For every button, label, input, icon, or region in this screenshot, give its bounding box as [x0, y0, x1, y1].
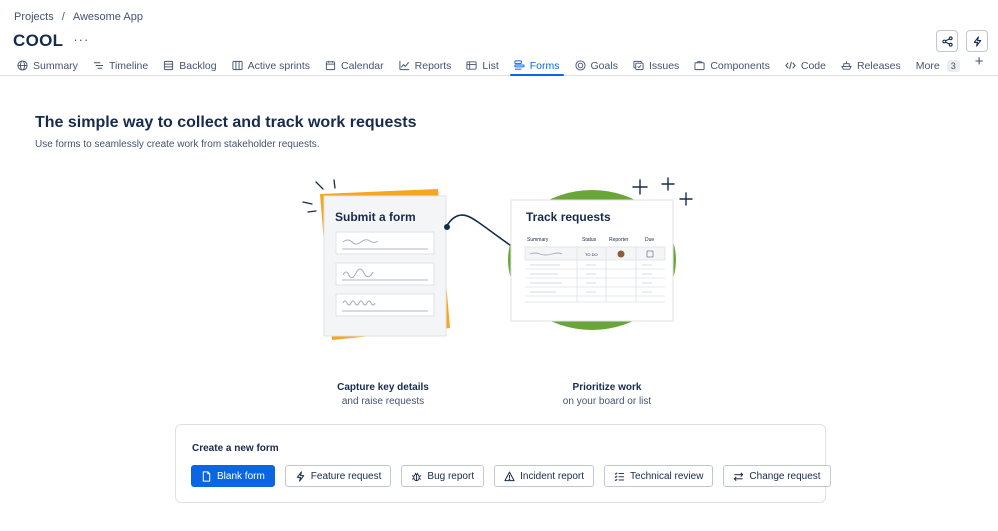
tab-more[interactable]: More 3 [916, 56, 960, 75]
caption-prioritize: Prioritize work on your board or list [542, 381, 672, 409]
incident-report-label: Incident report [520, 470, 585, 482]
caption-capture: Capture key details and raise requests [318, 381, 448, 409]
breadcrumb-app-link[interactable]: Awesome App [73, 11, 143, 23]
globe-icon [17, 60, 28, 71]
technical-review-label: Technical review [630, 470, 704, 482]
document-icon [202, 470, 211, 482]
board-icon [232, 60, 243, 71]
submit-card-fields [335, 231, 435, 317]
more-actions-button[interactable]: ··· [73, 32, 89, 47]
caption-capture-subtitle: and raise requests [341, 396, 425, 407]
main-headline: The simple way to collect and track work… [35, 114, 417, 131]
lightning-icon [296, 470, 305, 482]
target-icon [574, 60, 586, 71]
tab-label: Timeline [108, 59, 149, 72]
column-summary: Summary [527, 237, 549, 243]
caption-capture-title: Capture key details [337, 382, 429, 393]
column-reporter: Reporter [609, 237, 629, 243]
blank-form-button[interactable]: Blank form [191, 465, 275, 487]
tab-timeline[interactable]: Timeline [93, 56, 148, 75]
tab-label: List [482, 59, 499, 72]
incident-report-button[interactable]: Incident report [494, 465, 595, 487]
blank-form-label: Blank form [217, 470, 265, 482]
tab-label: Goals [590, 59, 618, 72]
tab-summary[interactable]: Summary [17, 56, 78, 75]
backlog-icon [164, 60, 174, 71]
track-card-title: Track requests [526, 210, 611, 224]
technical-review-button[interactable]: Technical review [604, 465, 714, 487]
lightning-icon [973, 35, 981, 47]
bug-report-label: Bug report [427, 470, 475, 482]
status-tag: TO DO [585, 252, 598, 257]
tab-label: Calendar [341, 59, 384, 72]
automation-button[interactable] [966, 30, 988, 52]
tab-label: More [915, 59, 940, 72]
chart-line-icon [399, 60, 409, 71]
share-button[interactable] [936, 30, 958, 52]
forms-illustration: Submit a form Track requests Summary Sta… [302, 177, 693, 340]
breadcrumb-separator: / [61, 11, 65, 23]
tab-label: Active sprints [247, 59, 311, 72]
tab-label: Reports [414, 59, 452, 72]
main-subline: Use forms to seamlessly create work from… [35, 139, 320, 150]
tab-label: Components [710, 59, 770, 72]
project-tabs: Summary Timeline Backlog Active sprints … [0, 53, 998, 76]
caption-prioritize-title: Prioritize work [572, 382, 642, 393]
tab-goals[interactable]: Goals [574, 56, 618, 75]
connector-dot [444, 224, 450, 230]
project-header: COOL ··· [13, 31, 89, 51]
swap-icon [734, 471, 744, 481]
feature-request-label: Feature request [310, 470, 382, 482]
column-due: Due [645, 237, 654, 243]
feature-request-button[interactable]: Feature request [284, 465, 392, 487]
more-count-badge: 3 [946, 59, 960, 72]
tab-label: Summary [33, 59, 78, 72]
warning-icon [504, 471, 515, 481]
form-template-buttons: Blank form Feature request Bug report In… [191, 465, 831, 487]
bug-icon [412, 472, 422, 481]
caption-prioritize-subtitle: on your board or list [562, 396, 652, 407]
share-icon [941, 35, 953, 47]
tab-backlog[interactable]: Backlog [163, 56, 217, 75]
column-status: Status [582, 237, 597, 243]
tab-active-sprints[interactable]: Active sprints [232, 56, 310, 75]
change-request-label: Change request [749, 470, 821, 482]
tab-label: Releases [856, 59, 901, 72]
add-tab-button[interactable]: + [975, 53, 984, 70]
submit-card-title: Submit a form [335, 210, 416, 224]
calendar-icon [325, 60, 336, 71]
tab-releases[interactable]: Releases [841, 56, 901, 75]
tab-label: Forms [529, 59, 560, 72]
create-form-card: Create a new form Blank form Feature req… [175, 424, 831, 503]
timeline-icon [93, 62, 104, 69]
tab-code[interactable]: Code [785, 56, 826, 75]
connector-arrow [445, 214, 521, 253]
forms-icon [514, 60, 525, 70]
tab-reports[interactable]: Reports [399, 56, 452, 75]
ship-icon [841, 61, 852, 70]
breadcrumb: Projects / Awesome App [14, 11, 143, 23]
top-actions [936, 30, 988, 52]
tab-calendar[interactable]: Calendar [325, 56, 384, 75]
breadcrumb-projects-link[interactable]: Projects [14, 11, 54, 23]
change-request-button[interactable]: Change request [723, 465, 831, 487]
tab-label: Backlog [179, 59, 217, 72]
tab-list[interactable]: List [466, 56, 499, 75]
issues-icon [633, 60, 644, 71]
components-icon [694, 61, 705, 71]
tab-issues[interactable]: Issues [633, 56, 679, 75]
list-icon [466, 61, 477, 70]
reporter-avatar [617, 250, 625, 258]
code-icon [785, 61, 796, 70]
tab-forms[interactable]: Forms [509, 56, 564, 76]
tab-label: Code [800, 59, 826, 72]
bug-report-button[interactable]: Bug report [401, 465, 485, 487]
create-form-title: Create a new form [192, 443, 279, 454]
page-title: COOL [13, 31, 64, 50]
tab-components[interactable]: Components [694, 56, 770, 75]
tab-label: Issues [648, 59, 680, 72]
checklist-icon [614, 471, 625, 481]
